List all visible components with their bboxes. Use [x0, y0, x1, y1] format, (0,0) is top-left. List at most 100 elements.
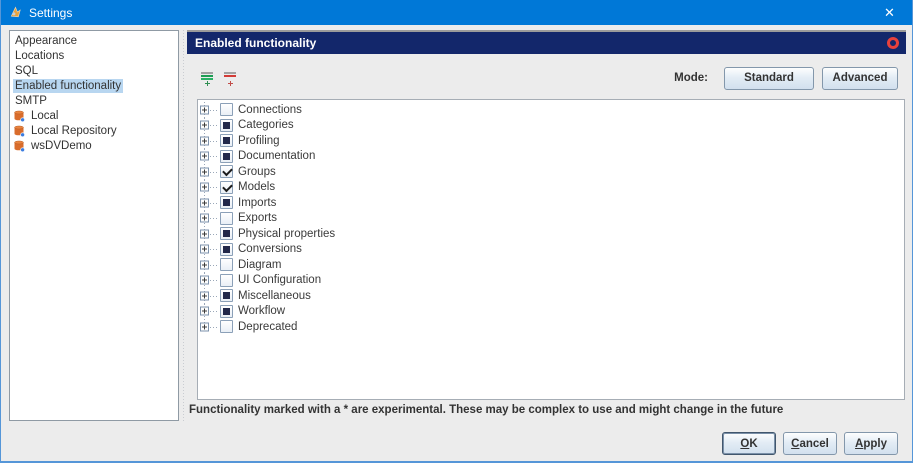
sidebar-item-local-repository[interactable]: Local Repository [13, 123, 178, 138]
database-icon [13, 125, 25, 137]
panel-header: Enabled functionality [187, 30, 906, 54]
tree-checkbox[interactable] [220, 242, 233, 256]
tree-checkbox[interactable] [220, 196, 233, 210]
collapse-all-icon[interactable] [222, 70, 239, 87]
tree-item-label[interactable]: Conversions [238, 243, 302, 255]
expand-node-icon[interactable] [200, 198, 209, 208]
expand-node-icon[interactable] [200, 275, 209, 285]
tree-item-label[interactable]: Imports [238, 197, 276, 209]
close-button[interactable]: ✕ [867, 0, 912, 25]
tree-item-label[interactable]: Groups [238, 166, 276, 178]
tree-item-label[interactable]: Exports [238, 212, 277, 224]
tree-connector [200, 133, 218, 149]
tree-item-label[interactable]: Diagram [238, 259, 281, 271]
mode-label: Mode: [674, 72, 708, 84]
tree-item-label[interactable]: Profiling [238, 135, 280, 147]
tree-connector [200, 195, 218, 211]
tree-row: Deprecated [200, 319, 904, 335]
tree-item-label[interactable]: Miscellaneous [238, 290, 311, 302]
expand-node-icon[interactable] [200, 120, 209, 130]
sidebar-item-appearance[interactable]: Appearance [13, 33, 178, 48]
tree-checkbox[interactable] [220, 304, 233, 318]
sidebar-item-label: Enabled functionality [13, 78, 124, 93]
tree-checkbox[interactable] [220, 258, 233, 272]
expand-node-icon[interactable] [200, 151, 209, 161]
tree-checkbox[interactable] [220, 211, 233, 225]
sidebar-item-wsdvdemo[interactable]: wsDVDemo [13, 138, 178, 153]
expand-node-icon[interactable] [200, 260, 209, 270]
tree-row: Miscellaneous [200, 288, 904, 304]
tree-checkbox[interactable] [220, 134, 233, 148]
expand-node-icon[interactable] [200, 167, 209, 177]
tree-checkbox[interactable] [220, 165, 233, 179]
tree-connector [200, 210, 218, 227]
expand-node-icon[interactable] [200, 322, 209, 332]
tree-item-label[interactable]: Models [238, 181, 275, 193]
expand-node-icon[interactable] [200, 136, 209, 146]
sidebar-item-smtp[interactable]: SMTP [13, 93, 178, 108]
cancel-button[interactable]: Cancel [783, 432, 837, 455]
tree-checkbox[interactable] [220, 103, 233, 117]
database-icon [13, 110, 25, 122]
tree-connector [200, 164, 218, 180]
tree-connector [200, 288, 218, 304]
tree-checkbox[interactable] [220, 273, 233, 287]
titlebar[interactable]: Settings ✕ [1, 0, 912, 25]
tree-item-label[interactable]: Documentation [238, 150, 315, 162]
sidebar-item-label: Local [31, 109, 59, 122]
sidebar-item-label: Appearance [15, 34, 78, 47]
tree-connector [200, 303, 218, 320]
tree-row: Categories [200, 117, 904, 134]
tree-item-label[interactable]: Connections [238, 104, 302, 116]
tree-item-label[interactable]: Workflow [238, 305, 285, 317]
tree-row: Documentation [200, 148, 904, 165]
tree-row: Connections [200, 102, 904, 118]
tree-checkbox[interactable] [220, 118, 233, 132]
tree-connector [200, 226, 218, 242]
tree-item-label[interactable]: Deprecated [238, 321, 297, 333]
sidebar-item-label: SMTP [15, 94, 47, 107]
tree-checkbox[interactable] [220, 149, 233, 163]
tree-item-label[interactable]: Physical properties [238, 228, 335, 240]
mode-button-advanced[interactable]: Advanced [822, 66, 898, 90]
expand-node-icon[interactable] [200, 105, 209, 115]
sidebar-item-local[interactable]: Local [13, 108, 178, 123]
tree-connector [200, 241, 218, 258]
ok-button[interactable]: OK [722, 432, 776, 455]
tree-row: Physical properties [200, 226, 904, 242]
mode-button-standard[interactable]: Standard [724, 66, 814, 90]
tree-checkbox[interactable] [220, 180, 233, 194]
sidebar-item-enabled-functionality[interactable]: Enabled functionality [13, 78, 178, 93]
expand-node-icon[interactable] [200, 306, 209, 316]
expand-node-icon[interactable] [200, 229, 209, 239]
tree-connector [200, 257, 218, 273]
expand-node-icon[interactable] [200, 182, 209, 192]
expand-node-icon[interactable] [200, 244, 209, 254]
settings-dialog: Settings ✕ Appearance Locations SQL Enab… [0, 0, 913, 463]
record-red-icon [887, 37, 899, 49]
tree-row: Models [200, 179, 904, 196]
database-icon [13, 140, 25, 152]
tree-connector [200, 117, 218, 134]
expand-node-icon[interactable] [200, 291, 209, 301]
tree-connector [200, 102, 218, 118]
sidebar-item-locations[interactable]: Locations [13, 48, 178, 63]
tree-connector [200, 179, 218, 196]
tree-connector [200, 272, 218, 289]
tree-row: Workflow [200, 303, 904, 320]
tree-checkbox[interactable] [220, 227, 233, 241]
sidebar-item-label: SQL [15, 64, 39, 77]
expand-all-icon[interactable] [199, 70, 216, 87]
tree-item-label[interactable]: Categories [238, 119, 294, 131]
tree-checkbox[interactable] [220, 289, 233, 303]
experimental-note: Functionality marked with a * are experi… [189, 404, 784, 416]
expand-node-icon[interactable] [200, 213, 209, 223]
tree-item-label[interactable]: UI Configuration [238, 274, 321, 286]
splitter-handle[interactable] [180, 30, 187, 421]
tree-connector [200, 319, 218, 335]
sidebar-item-label: Local Repository [31, 124, 117, 137]
tree-row: Conversions [200, 241, 904, 258]
tree-checkbox[interactable] [220, 320, 233, 334]
sidebar-item-sql[interactable]: SQL [13, 63, 178, 78]
apply-button[interactable]: Apply [844, 432, 898, 455]
